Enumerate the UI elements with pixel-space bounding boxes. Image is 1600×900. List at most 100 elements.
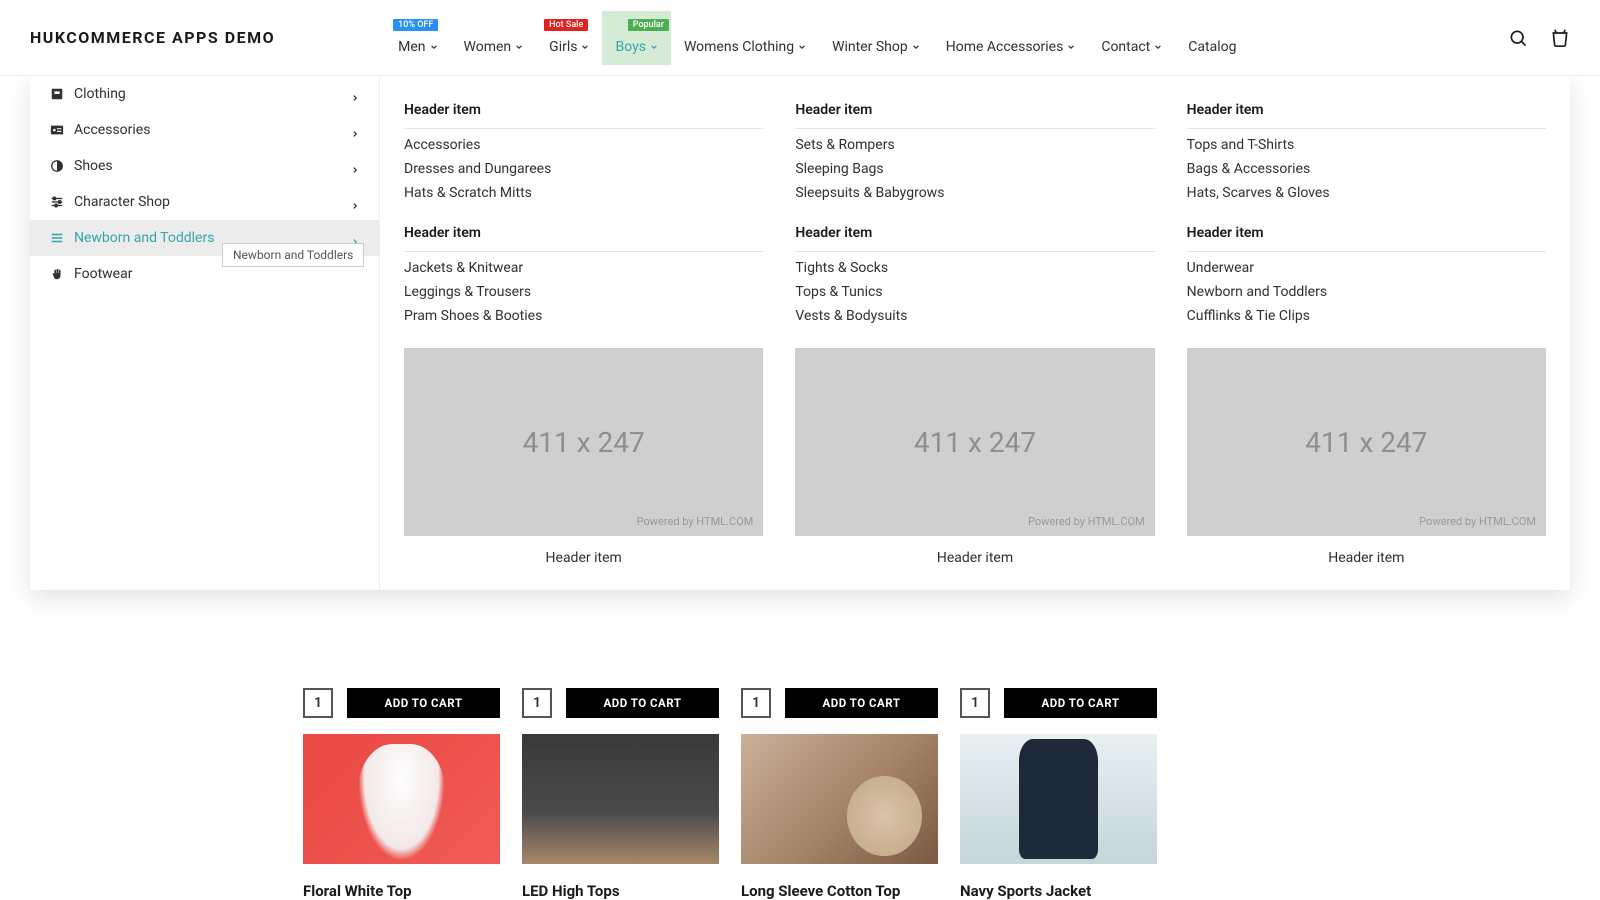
nav-badge: Popular xyxy=(628,19,669,31)
placeholder-text: 411 x 247 xyxy=(1305,426,1427,459)
placeholder-credit: Powered by HTML.COM xyxy=(1028,515,1145,528)
sidebar-item-label: Newborn and Toddlers xyxy=(74,230,214,246)
sidebar-item-character-shop[interactable]: Character Shop xyxy=(30,184,379,220)
mega-link[interactable]: Dresses and Dungarees xyxy=(404,161,763,177)
mega-link[interactable]: Tops & Tunics xyxy=(795,284,1154,300)
nav-item-girls[interactable]: Hot Sale Girls xyxy=(536,11,602,65)
mega-column: Header item Sets & Rompers Sleeping Bags Sl… xyxy=(795,96,1154,566)
nav-badge: Hot Sale xyxy=(544,19,588,31)
quantity-stepper[interactable]: 1 xyxy=(741,688,771,718)
nav-item-boys[interactable]: PopularBoys xyxy=(602,11,670,65)
add-to-cart-button[interactable]: ADD TO CART xyxy=(566,688,719,718)
nav-item-home-accessories[interactable]: Home Accessories xyxy=(933,11,1089,65)
id-icon xyxy=(50,123,64,137)
nav-item-label: Winter Shop xyxy=(832,39,908,55)
mega-link[interactable]: Accessories xyxy=(404,137,763,153)
sidebar-item-label: Footwear xyxy=(74,266,132,282)
placeholder-image[interactable]: 411 x 247 Powered by HTML.COM xyxy=(795,348,1154,536)
mega-group-header: Header item xyxy=(1187,219,1546,252)
product-grid: 1 ADD TO CART Floral White Top 1 ADD TO CART… xyxy=(303,688,1157,900)
site-logo[interactable]: HUKCOMMERCE APPS DEMO xyxy=(30,28,275,47)
mega-menu-content: Header item Accessories Dresses and Dungar… xyxy=(380,76,1570,590)
chevron-down-icon xyxy=(650,43,658,51)
quantity-stepper[interactable]: 1 xyxy=(303,688,333,718)
search-icon[interactable] xyxy=(1508,28,1528,48)
nav-item-winter-shop[interactable]: Winter Shop xyxy=(819,11,933,65)
chevron-right-icon xyxy=(351,234,359,242)
product-image[interactable] xyxy=(522,734,719,864)
mega-link[interactable]: Newborn and Toddlers xyxy=(1187,284,1546,300)
product-image[interactable] xyxy=(303,734,500,864)
mega-link[interactable]: Sleeping Bags xyxy=(795,161,1154,177)
placeholder-caption[interactable]: Header item xyxy=(404,550,763,566)
add-to-cart-button[interactable]: ADD TO CART xyxy=(1004,688,1157,718)
mega-group-header: Header item xyxy=(1187,96,1546,129)
nav-item-label: Girls xyxy=(549,39,577,55)
product-image[interactable] xyxy=(741,734,938,864)
chevron-down-icon xyxy=(912,43,920,51)
placeholder-image[interactable]: 411 x 247 Powered by HTML.COM xyxy=(1187,348,1546,536)
placeholder-credit: Powered by HTML.COM xyxy=(1419,515,1536,528)
add-to-cart-button[interactable]: ADD TO CART xyxy=(785,688,938,718)
mega-link[interactable]: Sleepsuits & Babygrows xyxy=(795,185,1154,201)
nav-item-women[interactable]: Women xyxy=(451,11,537,65)
nav-item-label: Womens Clothing xyxy=(684,39,794,55)
nav-item-contact[interactable]: Contact xyxy=(1088,11,1175,65)
mega-group-header: Header item xyxy=(795,219,1154,252)
quantity-stepper[interactable]: 1 xyxy=(522,688,552,718)
nav-item-men[interactable]: 10% OFFMen xyxy=(385,11,450,65)
mega-link[interactable]: Hats & Scratch Mitts xyxy=(404,185,763,201)
mega-link[interactable]: Sets & Rompers xyxy=(795,137,1154,153)
add-to-cart-button[interactable]: ADD TO CART xyxy=(347,688,500,718)
product-card: 1 ADD TO CART Floral White Top xyxy=(303,688,500,900)
mega-link[interactable]: Underwear xyxy=(1187,260,1546,276)
nav-item-label: Catalog xyxy=(1188,39,1236,55)
mega-link[interactable]: Hats, Scarves & Gloves xyxy=(1187,185,1546,201)
placeholder-caption[interactable]: Header item xyxy=(795,550,1154,566)
nav-item-label: Home Accessories xyxy=(946,39,1064,55)
mega-link[interactable]: Leggings & Trousers xyxy=(404,284,763,300)
product-title[interactable]: Long Sleeve Cotton Top xyxy=(741,882,938,900)
chevron-right-icon xyxy=(351,162,359,170)
chevron-right-icon xyxy=(351,90,359,98)
mega-group-header: Header item xyxy=(404,96,763,129)
product-card: 1 ADD TO CART LED High Tops xyxy=(522,688,719,900)
placeholder-image[interactable]: 411 x 247Powered by HTML.COM xyxy=(404,348,763,536)
mega-link[interactable]: Cufflinks & Tie Clips xyxy=(1187,308,1546,324)
mega-column: Header item Accessories Dresses and Dungar… xyxy=(404,96,763,566)
sidebar-item-shoes[interactable]: Shoes xyxy=(30,148,379,184)
nav-item-label: Women xyxy=(464,39,512,55)
quantity-stepper[interactable]: 1 xyxy=(960,688,990,718)
sidebar-item-label: Character Shop xyxy=(74,194,170,210)
nav-item-label: Men xyxy=(398,39,425,55)
product-image[interactable] xyxy=(960,734,1157,864)
cart-icon[interactable] xyxy=(1550,28,1570,48)
product-title[interactable]: Floral White Top xyxy=(303,882,500,900)
sidebar-item-clothing[interactable]: Clothing xyxy=(30,76,379,112)
mega-link[interactable]: Vests & Bodysuits xyxy=(795,308,1154,324)
chevron-down-icon xyxy=(430,43,438,51)
main-nav: 10% OFFMen Women Hot Sale Girls PopularBoys W… xyxy=(385,11,1249,65)
chevron-right-icon xyxy=(351,126,359,134)
mega-column: Header item Tops and T-Shirts Bags & Acces… xyxy=(1187,96,1546,566)
mega-link[interactable]: Bags & Accessories xyxy=(1187,161,1546,177)
sidebar-item-label: Clothing xyxy=(74,86,126,102)
placeholder-text: 411 x 247 xyxy=(914,426,1036,459)
header: HUKCOMMERCE APPS DEMO 10% OFFMen Women Hot… xyxy=(0,0,1600,76)
nav-item-womens-clothing[interactable]: Womens Clothing xyxy=(671,11,819,65)
placeholder-text: 411 x 247 xyxy=(523,426,645,459)
contrast-icon xyxy=(50,159,64,173)
lines-icon xyxy=(50,231,64,245)
header-actions xyxy=(1508,28,1570,48)
sidebar-item-accessories[interactable]: Accessories xyxy=(30,112,379,148)
tooltip: Newborn and Toddlers xyxy=(222,243,364,267)
nav-item-catalog[interactable]: Catalog xyxy=(1175,11,1249,65)
mega-link[interactable]: Tights & Socks xyxy=(795,260,1154,276)
mega-link[interactable]: Pram Shoes & Booties xyxy=(404,308,763,324)
mega-link[interactable]: Jackets & Knitwear xyxy=(404,260,763,276)
product-title[interactable]: Navy Sports Jacket xyxy=(960,882,1157,900)
placeholder-caption[interactable]: Header item xyxy=(1187,550,1546,566)
product-title[interactable]: LED High Tops xyxy=(522,882,719,900)
mega-link[interactable]: Tops and T-Shirts xyxy=(1187,137,1546,153)
product-card: 1 ADD TO CART Long Sleeve Cotton Top xyxy=(741,688,938,900)
